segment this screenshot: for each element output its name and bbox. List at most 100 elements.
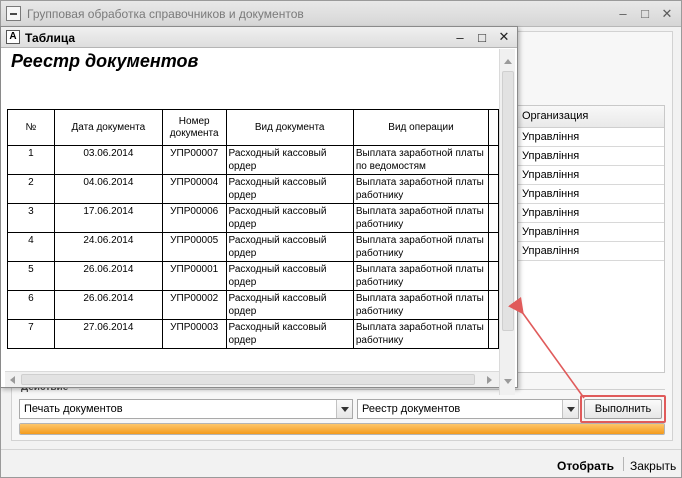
organization-list[interactable]: Организация Управління Управління Управл… (515, 105, 665, 373)
table-icon: A (6, 30, 20, 44)
group-divider (79, 389, 665, 390)
close-button[interactable]: Закрыть (630, 459, 676, 473)
divider (623, 457, 624, 471)
main-titlebar[interactable]: Групповая обработка справочников и докум… (1, 1, 681, 27)
progress-bar (19, 423, 665, 435)
cell-extra (488, 203, 499, 233)
cell-date: 24.06.2014 (53, 232, 163, 262)
cell-doc-type: Расходный кассовый ордер (225, 145, 354, 175)
scroll-down-icon[interactable] (504, 379, 512, 384)
cell-number: 6 (7, 290, 55, 320)
cell-doc-type: Расходный кассовый ордер (225, 174, 354, 204)
table-row: 3 17.06.2014 УПР00006 Расходный кассовый ор… (7, 203, 499, 233)
cell-doc-number: УПР00005 (161, 232, 227, 262)
scroll-right-icon[interactable] (487, 376, 492, 384)
organization-column-header[interactable]: Организация (516, 106, 664, 128)
cell-doc-number: УПР00007 (161, 145, 227, 175)
cell-extra (488, 319, 499, 349)
cell-doc-number: УПР00001 (161, 261, 227, 291)
cell-number: 2 (7, 174, 55, 204)
cell-number: 3 (7, 203, 55, 233)
report-area[interactable]: Реестр документов № Дата документа Номер… (5, 49, 499, 371)
column-header-doc-type: Вид документа (225, 109, 354, 146)
cell-doc-number: УПР00003 (161, 319, 227, 349)
cell-extra (488, 145, 499, 175)
cell-doc-type: Расходный кассовый ордер (225, 261, 354, 291)
list-item[interactable]: Управління (516, 223, 664, 242)
maximize-icon[interactable]: □ (475, 29, 489, 45)
app-icon (6, 6, 21, 21)
select-button[interactable]: Отобрать (557, 459, 614, 473)
cell-date: 03.06.2014 (53, 145, 163, 175)
cell-doc-type: Расходный кассовый ордер (225, 319, 354, 349)
maximize-icon[interactable]: □ (637, 5, 653, 21)
cell-number: 7 (7, 319, 55, 349)
column-header-extra (488, 109, 499, 146)
cell-doc-type: Расходный кассовый ордер (225, 203, 354, 233)
scroll-thumb[interactable] (502, 71, 514, 331)
cell-date: 04.06.2014 (53, 174, 163, 204)
column-header-date: Дата документа (53, 109, 163, 146)
action-select-value: Печать документов (24, 403, 123, 415)
cell-number: 4 (7, 232, 55, 262)
cell-operation: Выплата заработной платы работнику (352, 174, 490, 204)
action-select[interactable]: Печать документов (19, 399, 353, 419)
list-item[interactable]: Управління (516, 147, 664, 166)
report-title: Реестр документов (11, 51, 199, 71)
cell-doc-number: УПР00002 (161, 290, 227, 320)
run-button[interactable]: Выполнить (584, 399, 662, 419)
report-select-value: Реестр документов (362, 403, 461, 415)
scroll-thumb[interactable] (21, 374, 475, 385)
cell-extra (488, 290, 499, 320)
cell-operation: Выплата заработной платы работнику (352, 290, 490, 320)
cell-doc-type: Расходный кассовый ордер (225, 290, 354, 320)
cell-date: 26.06.2014 (53, 261, 163, 291)
vertical-scrollbar[interactable] (499, 49, 515, 395)
cell-number: 5 (7, 261, 55, 291)
cell-extra (488, 174, 499, 204)
table-row: 6 26.06.2014 УПР00002 Расходный кассовый ор… (7, 290, 499, 320)
list-item[interactable]: Управління (516, 204, 664, 223)
cell-doc-number: УПР00004 (161, 174, 227, 204)
table-row: 2 04.06.2014 УПР00004 Расходный кассовый ор… (7, 174, 499, 204)
cell-number: 1 (7, 145, 55, 175)
table-window-titlebar[interactable]: A Таблица – □ ✕ (1, 27, 517, 48)
cell-operation: Выплата заработной платы работнику (352, 232, 490, 262)
main-window-title: Групповая обработка справочников и докум… (27, 7, 304, 21)
cell-operation: Выплата заработной платы по ведомостям (352, 145, 490, 175)
scroll-up-icon[interactable] (504, 59, 512, 64)
cell-date: 27.06.2014 (53, 319, 163, 349)
scroll-left-icon[interactable] (10, 376, 15, 384)
table-row: 7 27.06.2014 УПР00003 Расходный кассовый ор… (7, 319, 499, 349)
close-icon[interactable]: ✕ (497, 29, 511, 45)
minimize-icon[interactable]: – (615, 5, 631, 21)
cell-operation: Выплата заработной платы работнику (352, 319, 490, 349)
table-row: 5 26.06.2014 УПР00001 Расходный кассовый ор… (7, 261, 499, 291)
report-table: № Дата документа Номер документа Вид док… (7, 109, 499, 349)
list-item[interactable]: Управління (516, 242, 664, 261)
column-header-number: № (7, 109, 55, 146)
column-header-operation: Вид операции (352, 109, 490, 146)
report-select[interactable]: Реестр документов (357, 399, 579, 419)
chevron-down-icon[interactable] (562, 400, 578, 418)
list-item[interactable]: Управління (516, 128, 664, 147)
list-item[interactable]: Управління (516, 185, 664, 204)
cell-operation: Выплата заработной платы работнику (352, 261, 490, 291)
chevron-down-icon[interactable] (336, 400, 352, 418)
column-header-doc-number: Номер документа (161, 109, 227, 146)
progress-fill (20, 424, 664, 434)
close-icon[interactable]: ✕ (659, 5, 675, 21)
table-window-title: Таблица (25, 31, 76, 45)
cell-doc-number: УПР00006 (161, 203, 227, 233)
table-row: 4 24.06.2014 УПР00005 Расходный кассовый ор… (7, 232, 499, 262)
cell-date: 26.06.2014 (53, 290, 163, 320)
table-window: A Таблица – □ ✕ Реестр документов № Дата… (0, 26, 518, 395)
cell-extra (488, 232, 499, 262)
cell-doc-type: Расходный кассовый ордер (225, 232, 354, 262)
table-row: 1 03.06.2014 УПР00007 Расходный кассовый ор… (7, 145, 499, 175)
list-item[interactable]: Управління (516, 166, 664, 185)
minimize-icon[interactable]: – (453, 29, 467, 45)
horizontal-scrollbar[interactable] (5, 371, 499, 387)
cell-operation: Выплата заработной платы работнику (352, 203, 490, 233)
cell-date: 17.06.2014 (53, 203, 163, 233)
